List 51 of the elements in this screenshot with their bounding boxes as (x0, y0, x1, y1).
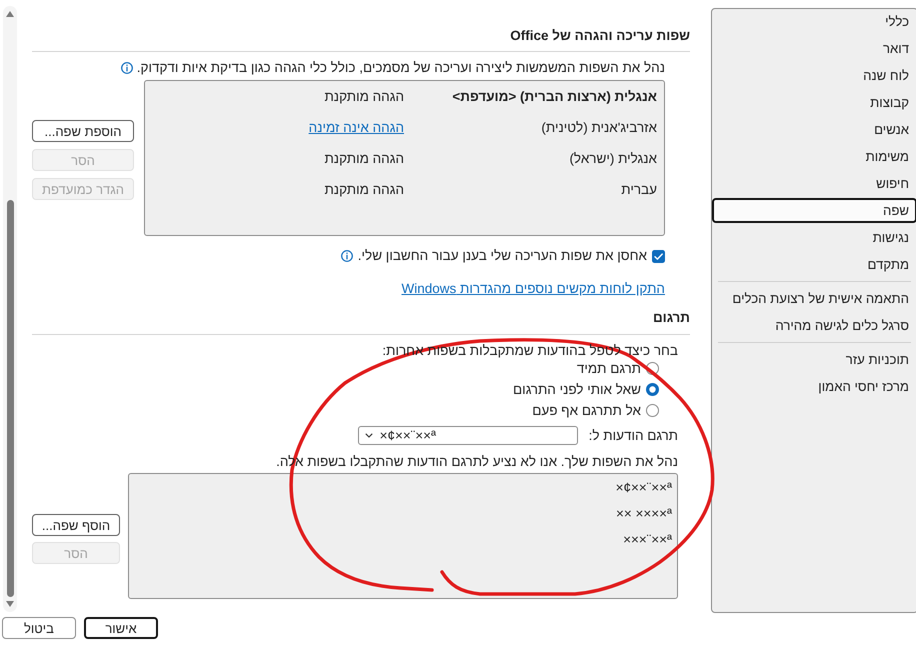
language-name: ×××¨××ª (623, 532, 672, 546)
checkbox[interactable] (652, 250, 665, 262)
language-dropdown[interactable]: ×¢××¨××ª (358, 426, 578, 445)
sidebar-item[interactable]: דואר (712, 36, 916, 61)
sidebar-item[interactable]: מתקדם (712, 252, 916, 277)
scrollbar-thumb[interactable] (6, 200, 14, 597)
ok-button[interactable]: אישור (84, 617, 158, 639)
sidebar-item[interactable]: שפה (712, 198, 916, 223)
proofing-link[interactable]: הגהה אינה זמינה (308, 120, 404, 135)
radio-label[interactable]: שאל אותי לפני התרגום (513, 382, 641, 397)
sidebar-item[interactable]: משימות (712, 144, 916, 169)
keyboards-link[interactable]: התקן לוחות מקשים נוספים מהגדרות Windows (401, 281, 665, 297)
add-language-button[interactable]: הוספת שפה... (32, 120, 134, 142)
scroll-up-icon[interactable] (6, 11, 14, 17)
description-text: נהל את השפות המשמשות ליצירה ועריכה של מסמכים, כולל כלי הגהה כגון בדיקת איות ודקדוק. (136, 60, 665, 76)
language-list[interactable]: ×¢××¨××ª ×× ××××ª ×××¨××ª (128, 473, 678, 599)
cancel-button[interactable]: ביטול (2, 617, 76, 639)
proofing-status: הגהה מותקנת (324, 182, 404, 197)
scrollbar[interactable] (3, 6, 17, 612)
language-name: ×× ××××ª (616, 506, 672, 520)
section-heading: שפות עריכה והגהה של Office (510, 28, 690, 44)
sidebar-item[interactable]: אנשים (712, 117, 916, 142)
radio-label[interactable]: אל תתרגם אף פעם (532, 403, 641, 418)
sidebar-item[interactable]: כללי (712, 9, 916, 34)
scroll-down-icon[interactable] (6, 601, 14, 607)
sidebar-item[interactable]: התאמה אישית של רצועת הכלים (712, 286, 916, 311)
radio-label[interactable]: תרגם תמיד (576, 361, 641, 376)
sidebar-item[interactable]: חיפוש (712, 171, 916, 196)
sidebar-item[interactable]: תוכניות עזר (712, 347, 916, 372)
language-name: עברית (621, 182, 657, 197)
sidebar-item[interactable]: לוח שנה (712, 63, 916, 88)
sidebar-item[interactable]: קבוצות (712, 90, 916, 115)
info-icon (340, 250, 353, 262)
radio-button[interactable] (646, 404, 659, 417)
language-list[interactable]: אנגלית (ארצות הברית) <מועדפת> הגהה מותקנת אזרביג'אנית (לטינית) הגהה אינה זמינה אנגלית (ישראל) הגהה מותקנת עברית הגהה מותקנת (144, 80, 665, 236)
sidebar-item[interactable]: סרגל כלים לגישה מהירה (712, 313, 916, 338)
sidebar-item[interactable]: נגישות (712, 225, 916, 250)
proofing-status: הגהה מותקנת (324, 151, 404, 166)
add-language-button[interactable]: הוסף שפה... (32, 514, 120, 536)
checkbox-label[interactable]: אחסן את שפות העריכה שלי בענן עבור החשבון שלי. (358, 248, 647, 264)
info-icon (120, 62, 133, 74)
radio-button[interactable] (646, 383, 659, 396)
language-name: אזרביג'אנית (לטינית) (541, 120, 657, 135)
section-heading: תרגום (652, 310, 690, 326)
field-label: תרגם הודעות ל: (588, 428, 678, 443)
language-name: ×¢××¨××ª (616, 480, 672, 494)
language-name: אנגלית (ישראל) (569, 151, 657, 166)
language-name: אנגלית (ארצות הברית) <מועדפת> (452, 89, 657, 104)
chevron-down-icon (364, 433, 373, 438)
proofing-status: הגהה מותקנת (324, 89, 404, 104)
sidebar-item[interactable]: מרכז יחסי האמון (712, 374, 916, 399)
